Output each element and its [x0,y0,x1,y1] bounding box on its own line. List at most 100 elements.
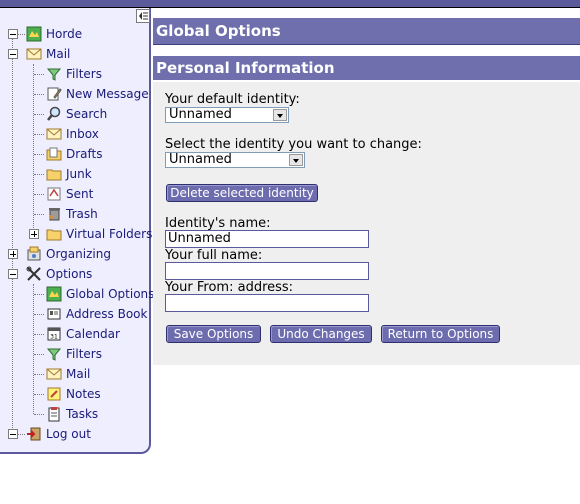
sidebar-item-label: Mail [46,47,71,61]
sidebar-item-organizing[interactable]: Organizing [26,245,111,263]
sidebar-item-label: New Message [66,87,149,101]
sidebar-item-label: Organizing [46,247,111,261]
tree-line [34,174,44,175]
tree-line [34,94,44,95]
sidebar-item-label: Search [66,107,108,121]
mail-collapse-toggle[interactable] [8,49,18,59]
sidebar-item-logout[interactable]: Log out [26,425,91,443]
tree-line [34,214,44,215]
horde-logo-icon [26,26,42,42]
sidebar-item-search[interactable]: Search [46,105,107,123]
sidebar-item-options[interactable]: Options [26,265,92,283]
address-book-icon [47,308,61,320]
tree-line [34,354,44,355]
tree-line [12,38,13,434]
sidebar-item-options-filters[interactable]: Filters [46,345,102,363]
undo-changes-button[interactable]: Undo Changes [270,325,372,343]
full-name-label: Your full name: [165,248,263,263]
sidebar-item-trash[interactable]: Trash [46,205,98,223]
sidebar-item-label: Calendar [66,327,120,341]
tree-line [34,314,44,315]
sidebar-item-label: Filters [66,347,102,361]
organizing-expand-toggle[interactable] [8,249,18,259]
sidebar-item-label: Notes [66,387,101,401]
save-options-button[interactable]: Save Options [166,325,261,343]
tools-icon [26,266,41,281]
tree-line [33,64,34,234]
sidebar-item-sent[interactable]: Sent [46,185,93,203]
sidebar-item-options-mail[interactable]: Mail [46,365,90,383]
sidebar-item-label: Sent [66,187,94,201]
full-name-field[interactable] [165,262,369,280]
calendar-icon: 31 [47,327,61,341]
tree-line [34,114,44,115]
horde-expand-toggle[interactable] [8,29,18,39]
horde-logo-icon [46,286,62,302]
sidebar-item-new-message[interactable]: New Message [46,85,149,103]
tree-line [34,414,44,415]
from-address-field[interactable] [165,294,369,312]
change-identity-value: Unnamed [169,152,232,167]
sidebar-item-notes[interactable]: Notes [46,385,101,403]
sidebar-item-label: Horde [46,27,83,41]
sidebar-item-label: Log out [46,427,91,441]
sidebar-item-global-options[interactable]: Global Options [46,285,154,303]
logout-toggle[interactable] [8,429,18,439]
collapse-sidebar-icon[interactable] [136,9,150,23]
sidebar-item-address-book[interactable]: Address Book [46,305,147,323]
from-address-label: Your From: address: [165,280,294,295]
compose-icon [47,87,62,101]
return-to-options-button[interactable]: Return to Options [381,325,500,343]
sidebar-item-inbox[interactable]: Inbox [46,125,99,143]
top-bar [0,0,580,7]
tasks-icon [48,407,60,422]
chevron-down-icon[interactable] [273,109,287,121]
tree-line [34,74,44,75]
sidebar-item-tasks[interactable]: Tasks [46,405,98,423]
envelope-icon [46,128,62,140]
sidebar-item-label: Global Options [66,287,155,301]
sidebar-item-label: Tasks [66,407,99,421]
tree-line [34,194,44,195]
virtual-folders-expand-toggle[interactable] [29,229,39,239]
sidebar-item-label: Trash [66,207,98,221]
tree-line [34,374,44,375]
delete-identity-button[interactable]: Delete selected identity [166,184,318,202]
identity-name-field[interactable]: Unnamed [165,230,369,248]
sent-icon [47,187,61,201]
sidebar: Horde Mail Filters New Message Search In… [0,8,154,454]
sidebar-item-label: Inbox [66,127,99,141]
sidebar-item-virtual-folders[interactable]: Virtual Folders [46,225,152,243]
sidebar-item-calendar[interactable]: 31 Calendar [46,325,120,343]
personal-information-panel: Your default identity: Unnamed Select th… [153,82,580,365]
sidebar-item-mail[interactable]: Mail [26,45,70,63]
sidebar-item-horde[interactable]: Horde [26,25,82,43]
default-identity-label: Your default identity: [165,92,300,107]
sidebar-item-label: Mail [66,367,91,381]
sidebar-item-label: Address Book [66,307,148,321]
envelope-icon [26,48,42,60]
filter-icon [46,68,62,81]
default-identity-value: Unnamed [169,107,232,122]
change-identity-select[interactable]: Unnamed [165,152,305,168]
svg-text:31: 31 [50,334,58,341]
tree-line [34,394,44,395]
trash-icon [49,208,60,221]
sidebar-item-label: Drafts [66,147,103,161]
chevron-down-icon[interactable] [289,154,303,166]
tree-line [17,434,25,435]
page-title: Global Options [153,18,580,45]
sidebar-item-junk[interactable]: Junk [46,165,92,183]
logout-icon [27,427,41,441]
search-icon [47,106,61,121]
sidebar-item-filters[interactable]: Filters [46,65,102,83]
section-title: Personal Information [153,56,580,80]
tree-line [17,34,25,35]
tree-line [34,294,44,295]
sidebar-item-drafts[interactable]: Drafts [46,145,103,163]
envelope-icon [46,368,62,380]
tree-line [34,154,44,155]
default-identity-select[interactable]: Unnamed [165,107,289,123]
filter-icon [46,348,62,361]
options-collapse-toggle[interactable] [8,269,18,279]
